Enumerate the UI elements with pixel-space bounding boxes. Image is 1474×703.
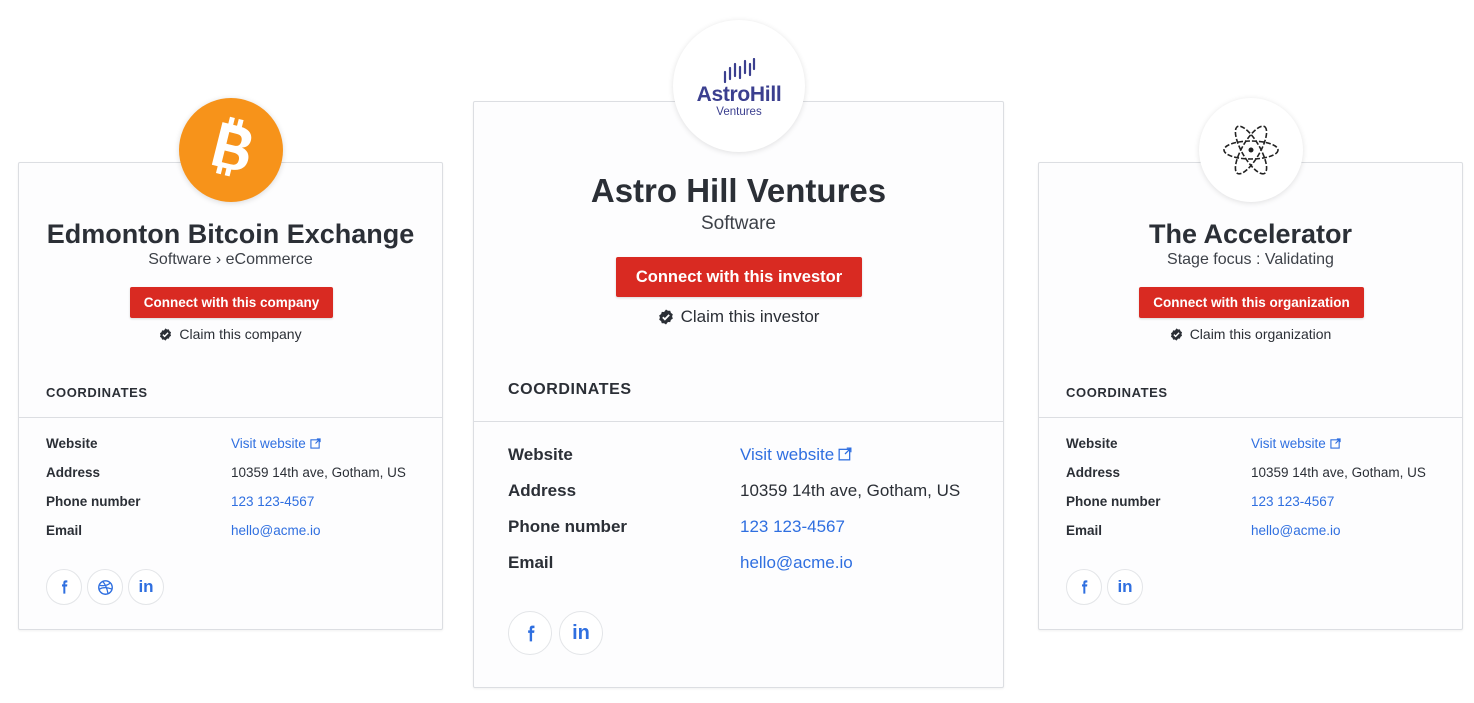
atom-icon: [1223, 125, 1279, 175]
detail-label: Phone number: [1066, 494, 1161, 509]
claim-investor-link[interactable]: Claim this investor: [474, 307, 1003, 327]
section-title-coordinates: COORDINATES: [1066, 385, 1168, 400]
website-link-text: Visit website: [231, 436, 306, 451]
address-value: 10359 14th ave, Gotham, US: [231, 465, 406, 480]
phone-link[interactable]: 123 123-4567: [740, 517, 845, 537]
phone-link[interactable]: 123 123-4567: [231, 494, 314, 509]
divider: [474, 421, 1003, 422]
bar-chart-icon: [723, 58, 756, 84]
linkedin-icon[interactable]: in: [128, 569, 164, 605]
bitcoin-logo: [179, 98, 283, 202]
divider: [19, 417, 442, 418]
linkedin-glyph: in: [572, 621, 590, 644]
detail-label: Website: [508, 445, 573, 464]
email-link[interactable]: hello@acme.io: [1251, 523, 1341, 538]
detail-label: Email: [508, 553, 554, 572]
logo-wordmark: AstroHill: [696, 83, 782, 106]
detail-label: Phone number: [46, 494, 141, 509]
card-subtitle: Stage focus : Validating: [1167, 251, 1334, 268]
card-subtitle: Software: [701, 213, 776, 234]
detail-label: Phone number: [508, 517, 628, 536]
facebook-icon[interactable]: [46, 569, 82, 605]
phone-link[interactable]: 123 123-4567: [1251, 494, 1334, 509]
detail-label: Address: [1066, 465, 1121, 480]
card-title: Astro Hill Ventures: [590, 172, 887, 209]
check-badge-icon: [658, 309, 674, 325]
linkedin-icon[interactable]: in: [559, 611, 603, 655]
claim-label: Claim this organization: [1189, 326, 1332, 342]
section-title-coordinates: COORDINATES: [46, 385, 148, 400]
detail-label: Email: [1066, 523, 1103, 538]
website-link-text: Visit website: [740, 445, 835, 464]
detail-label: Email: [46, 523, 83, 538]
card-title: Edmonton Bitcoin Exchange: [46, 219, 415, 249]
address-value: 10359 14th ave, Gotham, US: [1251, 465, 1426, 480]
dribbble-icon[interactable]: [87, 569, 123, 605]
check-badge-icon: [159, 327, 172, 341]
claim-company-link[interactable]: Claim this company: [19, 326, 442, 342]
external-link-icon: [838, 446, 852, 466]
check-badge-icon: [1170, 327, 1183, 341]
detail-label: Address: [508, 481, 577, 500]
connect-organization-button[interactable]: Connect with this organization: [1139, 287, 1364, 318]
investor-card-astro-hill: Astro Hill Ventures Software Connect wit…: [473, 101, 1004, 688]
astro-hill-logo: AstroHill Ventures: [673, 20, 805, 152]
website-link-text: Visit website: [1251, 436, 1326, 451]
connect-company-button[interactable]: Connect with this company: [130, 287, 333, 318]
divider: [1039, 417, 1462, 418]
visit-website-link[interactable]: Visit website: [231, 436, 321, 452]
section-title-coordinates: COORDINATES: [508, 381, 632, 398]
linkedin-icon[interactable]: in: [1107, 569, 1143, 605]
facebook-icon[interactable]: [508, 611, 552, 655]
address-value: 10359 14th ave, Gotham, US: [740, 481, 961, 500]
visit-website-link[interactable]: Visit website: [1251, 436, 1341, 452]
organization-card-accelerator: The Accelerator Stage focus : Validating…: [1038, 162, 1463, 630]
detail-label: Address: [46, 465, 101, 480]
detail-label: Website: [1066, 436, 1118, 451]
claim-organization-link[interactable]: Claim this organization: [1039, 326, 1462, 342]
card-subtitle: Software › eCommerce: [148, 251, 313, 268]
linkedin-glyph: in: [138, 577, 154, 596]
company-card-edmonton: Edmonton Bitcoin Exchange Software › eCo…: [18, 162, 443, 630]
external-link-icon: [1330, 437, 1341, 452]
linkedin-glyph: in: [1117, 577, 1133, 596]
claim-label: Claim this investor: [680, 307, 820, 326]
card-title: The Accelerator: [1148, 219, 1353, 249]
external-link-icon: [310, 437, 321, 452]
email-link[interactable]: hello@acme.io: [740, 553, 853, 573]
email-link[interactable]: hello@acme.io: [231, 523, 321, 538]
claim-label: Claim this company: [179, 326, 302, 342]
logo-subtext: Ventures: [716, 106, 762, 118]
facebook-icon[interactable]: [1066, 569, 1102, 605]
bitcoin-icon: [211, 116, 252, 177]
detail-label: Website: [46, 436, 98, 451]
visit-website-link[interactable]: Visit website: [740, 445, 852, 466]
accelerator-logo: [1199, 98, 1303, 202]
connect-investor-button[interactable]: Connect with this investor: [616, 257, 862, 297]
